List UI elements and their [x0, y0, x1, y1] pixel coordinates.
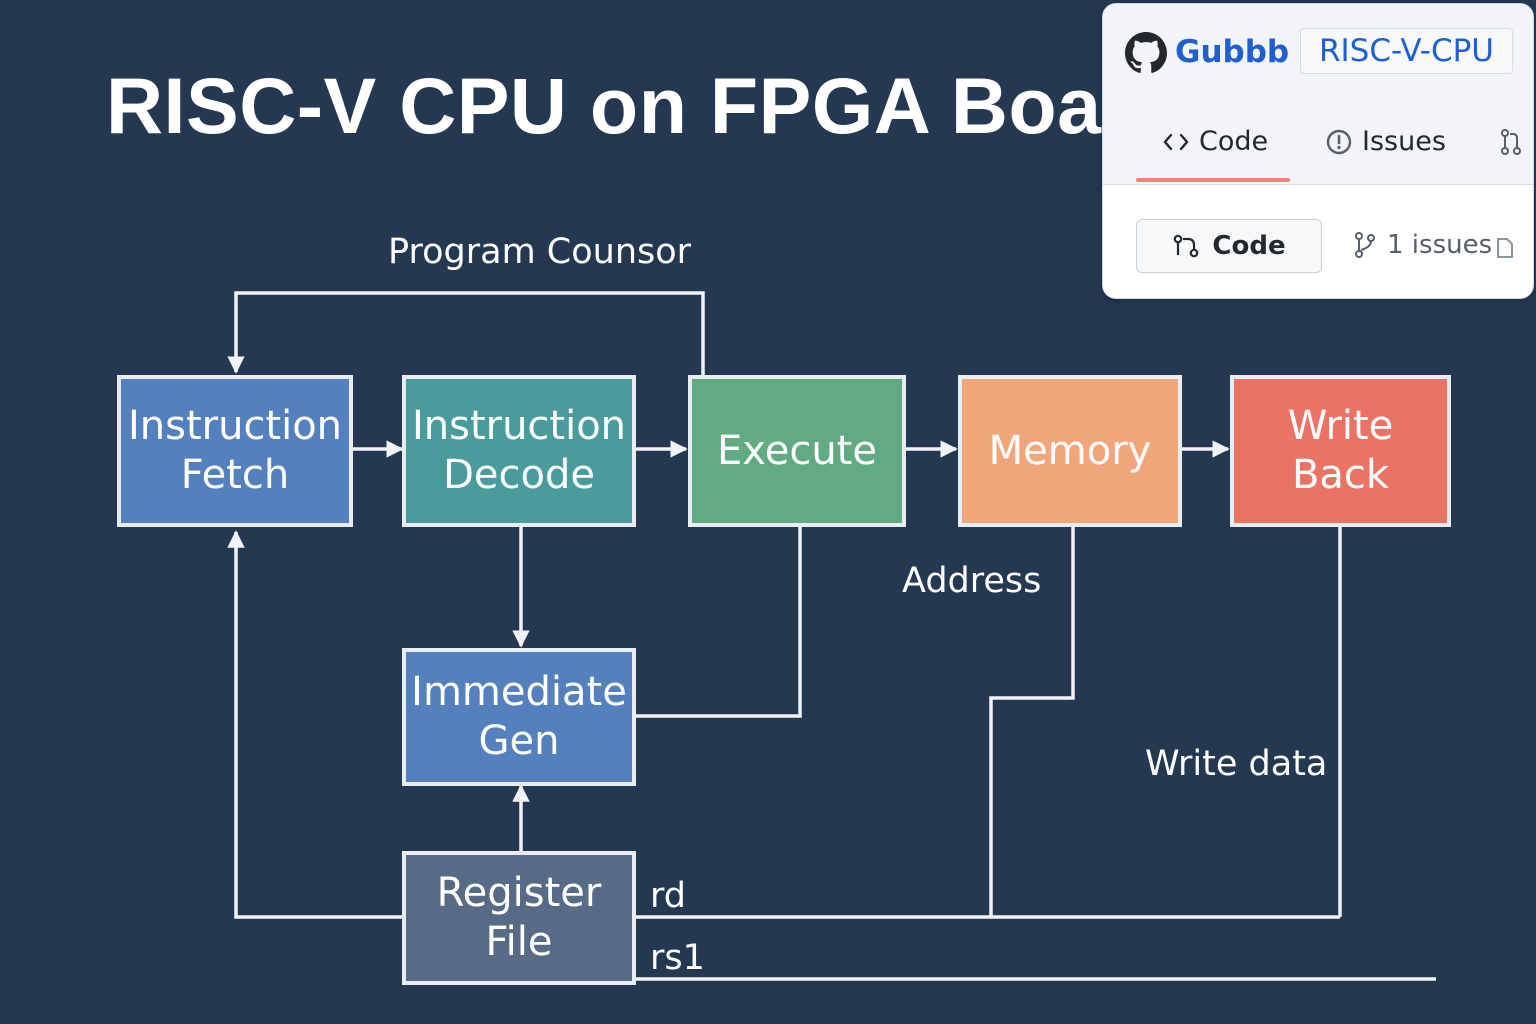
tab-issues-label: Issues: [1362, 126, 1446, 157]
github-logo-icon: [1125, 32, 1167, 73]
immgen-to-execute-line: [636, 527, 802, 718]
execute-label: Execute: [717, 427, 877, 474]
page-title: RISC-V CPU on FPGA Board: [106, 61, 1182, 150]
tab-issues[interactable]: Issues: [1326, 126, 1446, 157]
instruction-fetch-block: Instruction Fetch: [117, 375, 353, 527]
branch-icon: [1355, 232, 1375, 258]
pull-request-icon[interactable]: [1499, 128, 1523, 156]
tab-code-label: Code: [1199, 126, 1269, 157]
tab-code[interactable]: Code: [1163, 126, 1268, 157]
register-file-label-line1: Register: [436, 870, 602, 916]
write-data-label: Write data: [1145, 744, 1328, 784]
instruction-decode-block: Instruction Decode: [402, 375, 636, 527]
memory-block: Memory: [958, 375, 1182, 527]
pull-request-icon: [1174, 234, 1199, 258]
instruction-fetch-label-line1: Instruction: [127, 403, 343, 449]
execute-block: Execute: [688, 375, 906, 527]
write-back-block: Write Back: [1230, 375, 1451, 527]
repo-panel: Gubbb RISC-V-CPU Code Issues Code 1 issu…: [1102, 3, 1534, 299]
instruction-fetch-label-line2: Fetch: [180, 452, 290, 498]
write-back-label-line1: Write: [1287, 403, 1394, 449]
instruction-decode-label-line1: Instruction: [411, 403, 627, 449]
rd-label: rd: [650, 876, 686, 916]
issue-circle-icon: [1326, 129, 1352, 154]
immediate-gen-block: Immediate Gen: [402, 648, 636, 786]
address-label: Address: [902, 561, 1042, 601]
pc-loop-line: [227, 291, 705, 376]
register-file-label-line2: File: [485, 919, 553, 965]
immediate-gen-label-line1: Immediate: [411, 669, 627, 715]
program-counter-label: Program Counsor: [388, 232, 692, 272]
repo-owner-link[interactable]: Gubbb: [1175, 34, 1289, 70]
rs1-label: rs1: [650, 938, 705, 978]
issues-count[interactable]: 1 issues: [1353, 230, 1492, 260]
code-button[interactable]: Code: [1136, 219, 1322, 273]
memory-label: Memory: [988, 427, 1152, 474]
write-back-label-line2: Back: [1291, 452, 1390, 498]
code-button-label: Code: [1212, 231, 1286, 261]
active-tab-underline: [1136, 178, 1290, 182]
file-icon: [1497, 238, 1513, 258]
register-file-block: Register File: [402, 851, 636, 985]
instruction-decode-label-line2: Decode: [443, 452, 595, 498]
code-brackets-icon: [1163, 133, 1189, 150]
issues-count-label: 1 issues: [1387, 230, 1493, 260]
immediate-gen-label-line2: Gen: [478, 718, 560, 764]
regfile-to-fetch-line: [227, 530, 404, 919]
repo-name-link[interactable]: RISC-V-CPU: [1300, 28, 1513, 74]
